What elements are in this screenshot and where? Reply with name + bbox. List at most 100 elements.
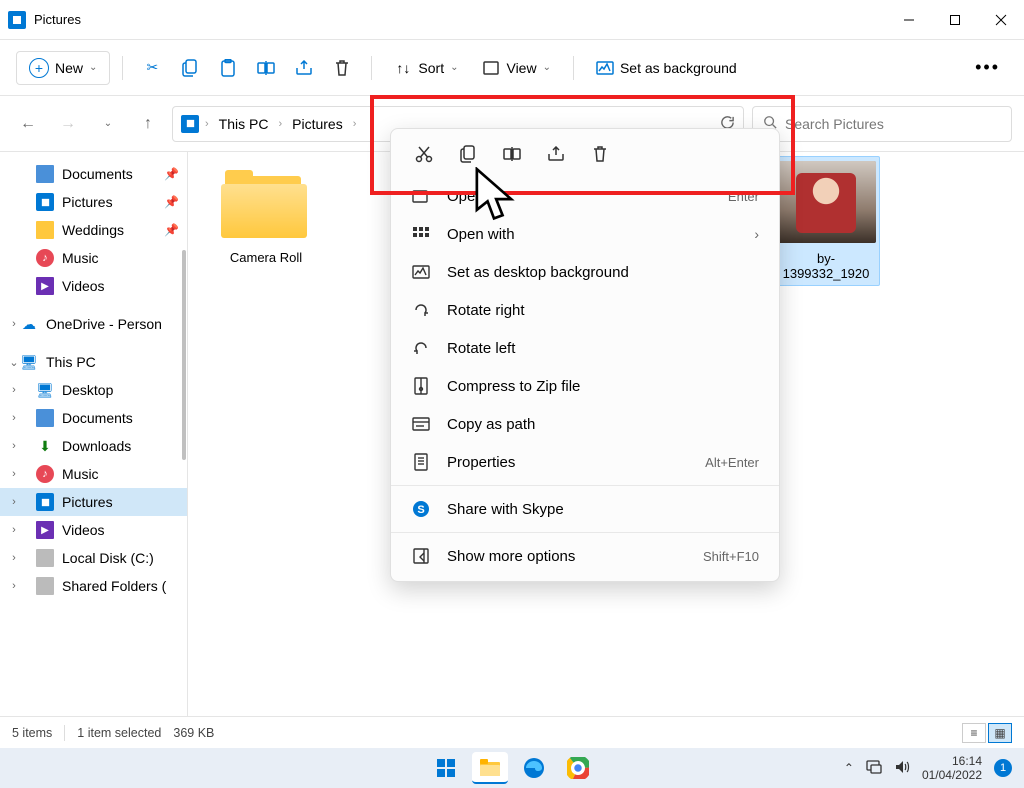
context-item-label: Open with <box>447 226 515 243</box>
navigation-pane: Documents📌 Pictures📌 Weddings📌 ♪Music ▶V… <box>0 152 188 716</box>
date-text: 01/04/2022 <box>922 768 982 782</box>
rename-button[interactable] <box>249 53 283 83</box>
context-item-copy-as-path[interactable]: Copy as path <box>391 405 779 443</box>
copy-action[interactable] <box>457 143 479 165</box>
sidebar-item-weddings[interactable]: Weddings📌 <box>0 216 187 244</box>
expand-icon[interactable]: › <box>8 440 20 452</box>
background-icon <box>596 59 614 77</box>
sidebar-item-videos-quick[interactable]: ▶Videos <box>0 272 187 300</box>
clock[interactable]: 16:14 01/04/2022 <box>922 754 982 783</box>
separator <box>64 725 65 741</box>
search-input[interactable]: Search Pictures <box>752 106 1012 142</box>
sidebar-item-music-pc[interactable]: ›♪Music <box>0 460 187 488</box>
sidebar-item-pictures-quick[interactable]: Pictures📌 <box>0 188 187 216</box>
expand-icon[interactable]: › <box>8 552 20 564</box>
status-selection: 1 item selected <box>77 726 161 740</box>
sidebar-item-documents[interactable]: Documents📌 <box>0 160 187 188</box>
history-dropdown[interactable]: ⌄ <box>92 108 124 140</box>
breadcrumb-item[interactable]: This PC <box>215 114 273 134</box>
forward-button[interactable]: → <box>52 108 84 140</box>
title-bar: Pictures <box>0 0 1024 40</box>
cut-action[interactable] <box>413 143 435 165</box>
view-label: View <box>506 60 536 76</box>
network-icon[interactable] <box>866 760 882 777</box>
sidebar-item-music-quick[interactable]: ♪Music <box>0 244 187 272</box>
context-quickactions <box>391 129 779 177</box>
delete-action[interactable] <box>589 143 611 165</box>
context-item-share-with-skype[interactable]: SShare with Skype <box>391 490 779 528</box>
set-background-button[interactable]: Set as background <box>586 53 747 83</box>
pin-icon: 📌 <box>164 167 179 181</box>
copy-icon <box>181 59 199 77</box>
context-item-open-with[interactable]: Open with › <box>391 215 779 253</box>
window-controls <box>886 0 1024 40</box>
view-button[interactable]: View ⌄ <box>472 53 560 83</box>
copy-button[interactable] <box>173 53 207 83</box>
download-icon: ⬇ <box>36 437 54 455</box>
sidebar-item-pictures-pc[interactable]: ›Pictures <box>0 488 187 516</box>
sort-button[interactable]: ↑↓ Sort ⌄ <box>384 53 468 83</box>
sidebar-item-localdisk[interactable]: ›Local Disk (C:) <box>0 544 187 572</box>
expand-icon[interactable]: › <box>8 318 20 330</box>
expand-icon[interactable]: › <box>8 468 20 480</box>
sort-label: Sort <box>418 60 444 76</box>
sidebar-item-documents-pc[interactable]: ›Documents <box>0 404 187 432</box>
scrollbar-thumb[interactable] <box>182 250 186 460</box>
icons-view-button[interactable]: ▦ <box>988 723 1012 743</box>
item-label: by-1399332_1920 <box>777 251 875 281</box>
context-item-show-more-options[interactable]: Show more optionsShift+F10 <box>391 537 779 575</box>
disk-icon <box>36 577 54 595</box>
new-label: New <box>55 60 83 76</box>
sidebar-item-downloads[interactable]: ›⬇Downloads <box>0 432 187 460</box>
expand-icon[interactable]: › <box>8 580 20 592</box>
paste-button[interactable] <box>211 53 245 83</box>
context-item-compress-to-zip-file[interactable]: Compress to Zip file <box>391 367 779 405</box>
sidebar-item-thispc[interactable]: ⌄🖥This PC <box>0 348 187 376</box>
clipboard-icon <box>219 59 237 77</box>
pin-icon: 📌 <box>164 195 179 209</box>
share-action[interactable] <box>545 143 567 165</box>
notification-badge[interactable]: 1 <box>994 759 1012 777</box>
details-view-button[interactable]: ≡ <box>962 723 986 743</box>
context-item-rotate-right[interactable]: Rotate right <box>391 291 779 329</box>
share-button[interactable] <box>287 53 321 83</box>
expand-icon[interactable]: › <box>8 412 20 424</box>
rename-action[interactable] <box>501 143 523 165</box>
edge-taskbar[interactable] <box>516 752 552 784</box>
new-button[interactable]: + New ⌄ <box>16 51 110 85</box>
close-button[interactable] <box>978 0 1024 40</box>
ellipsis-icon: ••• <box>975 57 1000 78</box>
volume-icon[interactable] <box>894 760 910 777</box>
start-button[interactable] <box>428 752 464 784</box>
folder-item-cameraroll[interactable]: Camera Roll <box>212 170 320 265</box>
cut-button[interactable]: ✂ <box>135 53 169 83</box>
expand-icon[interactable]: › <box>8 384 20 396</box>
context-item-set-as-desktop-background[interactable]: Set as desktop background <box>391 253 779 291</box>
context-item-properties[interactable]: PropertiesAlt+Enter <box>391 443 779 481</box>
maximize-button[interactable] <box>932 0 978 40</box>
image-item-selected[interactable]: by-1399332_1920 <box>772 156 880 286</box>
shortcut-label: Shift+F10 <box>703 549 759 564</box>
minimize-button[interactable] <box>886 0 932 40</box>
expand-icon[interactable]: › <box>8 524 20 536</box>
document-icon <box>36 165 54 183</box>
sidebar-item-videos-pc[interactable]: ›▶Videos <box>0 516 187 544</box>
context-item-open[interactable]: OpenEnter <box>391 177 779 215</box>
chrome-taskbar[interactable] <box>560 752 596 784</box>
context-item-rotate-left[interactable]: Rotate left <box>391 329 779 367</box>
sidebar-item-onedrive[interactable]: ›☁OneDrive - Person <box>0 310 187 338</box>
collapse-icon[interactable]: ⌄ <box>8 356 20 369</box>
pictures-icon <box>36 193 54 211</box>
explorer-taskbar[interactable] <box>472 752 508 784</box>
sidebar-item-sharedfolders[interactable]: ›Shared Folders ( <box>0 572 187 600</box>
up-button[interactable]: ↑ <box>132 108 164 140</box>
expand-icon[interactable]: › <box>8 496 20 508</box>
submenu-arrow-icon: › <box>754 226 759 242</box>
more-button[interactable]: ••• <box>967 51 1008 84</box>
sidebar-item-desktop[interactable]: ›🖥Desktop <box>0 376 187 404</box>
back-button[interactable]: ← <box>12 108 44 140</box>
taskbar-chev[interactable]: ⌃ <box>844 761 854 775</box>
separator <box>573 56 574 80</box>
delete-button[interactable] <box>325 53 359 83</box>
breadcrumb-item[interactable]: Pictures <box>288 114 347 134</box>
